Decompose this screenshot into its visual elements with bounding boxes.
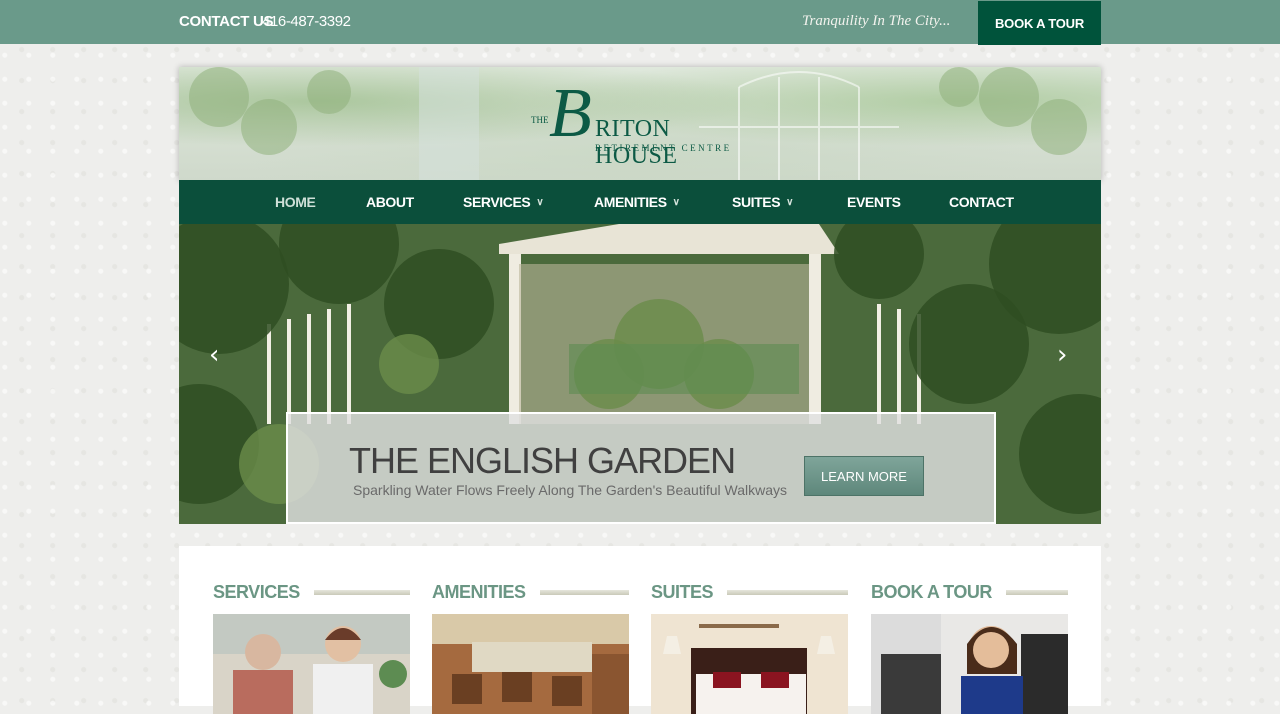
nav-services-label: SERVICES: [463, 194, 531, 210]
header-banner: THE B RITON HOUSE RETIREMENT CENTRE: [179, 67, 1101, 181]
suites-title: SUITES: [651, 582, 714, 602]
chevron-down-icon: ∨: [672, 197, 680, 208]
amenities-title: AMENITIES: [432, 582, 526, 602]
amenities-image[interactable]: [432, 614, 629, 714]
nav-amenities[interactable]: AMENITIES ∨: [594, 194, 680, 210]
suites-card[interactable]: SUITES: [651, 582, 848, 714]
nav-home[interactable]: HOME: [275, 194, 316, 210]
nav-amenities-label: AMENITIES: [594, 194, 667, 210]
slide-subtitle: Sparkling Water Flows Freely Along The G…: [353, 482, 787, 498]
amenities-card[interactable]: AMENITIES: [432, 582, 629, 714]
nav-suites[interactable]: SUITES ∨: [732, 194, 793, 210]
top-bar: CONTACT US 416-487-3392 Tranquility In T…: [0, 0, 1280, 45]
book-tour-card[interactable]: BOOK A TOUR: [871, 582, 1068, 714]
slide-title: THE ENGLISH GARDEN: [349, 440, 736, 481]
nav-services[interactable]: SERVICES ∨: [463, 194, 544, 210]
main-nav: HOME ABOUT SERVICES ∨ AMENITIES ∨ SUITES ∨ …: [179, 180, 1101, 224]
logo-subtitle: RETIREMENT CENTRE: [595, 143, 732, 153]
services-title: SERVICES: [213, 582, 300, 602]
tagline: Tranquility In The City...: [802, 13, 951, 29]
logo-the: THE: [531, 115, 549, 125]
book-tour-heading: BOOK A TOUR: [871, 582, 1068, 603]
hero-slider: ‹ › THE ENGLISH GARDEN Sparkling Water F…: [179, 224, 1101, 524]
nav-contact[interactable]: CONTACT: [949, 194, 1014, 210]
services-card[interactable]: SERVICES: [213, 582, 410, 714]
divider: [539, 590, 629, 595]
book-tour-title: BOOK A TOUR: [871, 582, 992, 602]
phone-number[interactable]: 416-487-3392: [262, 13, 351, 30]
suites-image[interactable]: [651, 614, 848, 714]
chevron-down-icon: ∨: [786, 197, 794, 208]
services-heading: SERVICES: [213, 582, 410, 603]
amenities-heading: AMENITIES: [432, 582, 629, 603]
divider: [313, 590, 410, 595]
chevron-right-icon[interactable]: ›: [1057, 342, 1067, 368]
chevron-down-icon: ∨: [536, 197, 544, 208]
nav-events[interactable]: EVENTS: [847, 194, 901, 210]
learn-more-button[interactable]: LEARN MORE: [804, 456, 924, 496]
slide-caption: THE ENGLISH GARDEN Sparkling Water Flows…: [286, 412, 996, 524]
contact-us-label: CONTACT US: [179, 13, 274, 30]
nav-about[interactable]: ABOUT: [366, 194, 414, 210]
divider: [1005, 590, 1068, 595]
divider: [727, 590, 848, 595]
nav-suites-label: SUITES: [732, 194, 781, 210]
book-a-tour-button[interactable]: BOOK A TOUR: [978, 1, 1101, 45]
briton-house-logo[interactable]: THE B RITON HOUSE RETIREMENT CENTRE: [531, 79, 751, 170]
logo-b: B: [549, 75, 592, 152]
feature-sections: SERVICES AMENITIES SUITES BOOK A TOUR: [179, 546, 1101, 714]
chevron-left-icon[interactable]: ‹: [209, 342, 219, 368]
suites-heading: SUITES: [651, 582, 848, 603]
book-tour-image[interactable]: [871, 614, 1068, 714]
services-image[interactable]: [213, 614, 410, 714]
